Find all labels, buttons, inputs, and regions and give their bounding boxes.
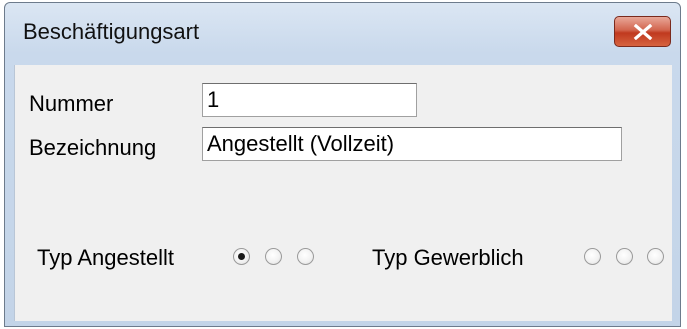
typ-gewerblich-radio-1[interactable] xyxy=(584,248,601,265)
close-icon xyxy=(633,23,652,40)
typ-angestellt-label: Typ Angestellt xyxy=(37,245,174,270)
typ-angestellt-radio-3[interactable] xyxy=(297,248,314,265)
typ-gewerblich-radio-3[interactable] xyxy=(647,248,664,265)
bezeichnung-input[interactable] xyxy=(202,127,622,161)
bezeichnung-label: Bezeichnung xyxy=(29,135,157,160)
typ-angestellt-radio-1[interactable] xyxy=(233,248,250,265)
title-bar[interactable]: Beschäftigungsart xyxy=(5,3,680,65)
window-title: Beschäftigungsart xyxy=(23,19,200,44)
dialog-window: Beschäftigungsart Nummer Bezeichnung Typ… xyxy=(4,2,681,327)
nummer-input[interactable] xyxy=(202,83,417,117)
typ-angestellt-radio-2[interactable] xyxy=(265,248,282,265)
nummer-label: Nummer xyxy=(29,91,114,116)
close-button[interactable] xyxy=(614,16,671,47)
typ-gewerblich-label: Typ Gewerblich xyxy=(372,245,524,270)
typ-gewerblich-radio-2[interactable] xyxy=(616,248,633,265)
dialog-content: Nummer Bezeichnung Typ Angestellt Typ Ge… xyxy=(14,65,672,321)
